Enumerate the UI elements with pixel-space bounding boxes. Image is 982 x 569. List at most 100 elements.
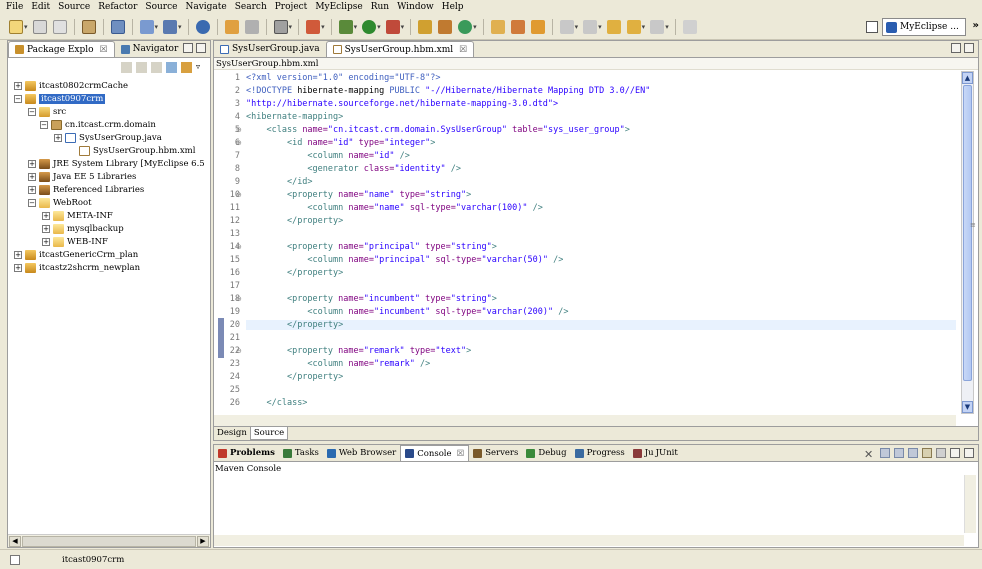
scroll-up-icon[interactable]: ▲ bbox=[962, 72, 973, 84]
link-with-editor-icon[interactable] bbox=[181, 62, 192, 73]
code-line[interactable]: <?xml version="1.0" encoding="UTF-8"?> bbox=[246, 73, 440, 83]
fold-toggle-icon[interactable]: ⊖ bbox=[236, 295, 242, 303]
menu-myeclipse[interactable]: MyEclipse bbox=[311, 2, 366, 12]
tab-junit[interactable]: Ju JUnit bbox=[629, 445, 682, 461]
debug-dropdown-icon[interactable]: ▾ bbox=[354, 23, 358, 31]
up-icon[interactable] bbox=[151, 62, 162, 73]
forward-icon[interactable] bbox=[136, 62, 147, 73]
new-java-project-icon[interactable] bbox=[418, 20, 433, 34]
code-line[interactable]: <hibernate-mapping> bbox=[246, 112, 343, 122]
back-dropdown-icon[interactable]: ▾ bbox=[642, 23, 646, 31]
tab-debug[interactable]: Debug bbox=[522, 445, 570, 461]
code-line[interactable]: <generator class="identity" /> bbox=[246, 164, 461, 174]
annotation-icon[interactable] bbox=[530, 20, 545, 34]
code-line[interactable]: </property> bbox=[246, 320, 956, 330]
tree-item[interactable]: − WebRoot bbox=[28, 196, 92, 209]
expand-icon[interactable]: + bbox=[28, 185, 36, 194]
expand-icon[interactable]: + bbox=[28, 159, 36, 168]
tab-navigator[interactable]: Navigator bbox=[115, 41, 185, 57]
pin-console-icon[interactable] bbox=[908, 448, 918, 458]
close-icon[interactable]: ☒ bbox=[459, 45, 467, 55]
wizard-dropdown-icon[interactable]: ▾ bbox=[155, 23, 159, 31]
minimize-icon[interactable] bbox=[950, 448, 960, 458]
code-line[interactable]: <column name="remark" /> bbox=[246, 359, 430, 369]
menu-project[interactable]: Project bbox=[271, 2, 312, 12]
maximize-icon[interactable] bbox=[964, 43, 974, 53]
tab-web-browser[interactable]: Web Browser bbox=[323, 445, 400, 461]
new-dropdown-icon[interactable]: ▾ bbox=[24, 23, 28, 31]
code-line[interactable]: <property name="principal" type="string"… bbox=[246, 242, 497, 252]
close-icon[interactable]: ☒ bbox=[457, 449, 465, 459]
collapse-icon[interactable]: − bbox=[28, 107, 36, 116]
expand-icon[interactable]: + bbox=[28, 172, 36, 181]
maximize-icon[interactable] bbox=[964, 448, 974, 458]
minimize-icon[interactable] bbox=[183, 43, 193, 53]
maximize-icon[interactable] bbox=[196, 43, 206, 53]
next-annotation-icon[interactable] bbox=[559, 20, 574, 34]
scroll-left-icon[interactable]: ◀ bbox=[9, 536, 21, 547]
code-line[interactable]: </property> bbox=[246, 216, 343, 226]
fold-toggle-icon[interactable]: ⊖ bbox=[236, 126, 242, 134]
code-line[interactable]: <class name="cn.itcast.crm.domain.SysUse… bbox=[246, 125, 629, 135]
tree-item[interactable]: + Referenced Libraries bbox=[28, 183, 144, 196]
breadcrumb[interactable]: SysUserGroup.hbm.xml bbox=[214, 58, 978, 70]
external-tools-icon[interactable] bbox=[306, 20, 321, 34]
view-menu-icon[interactable]: ▿ bbox=[196, 62, 204, 73]
tab-source[interactable]: Source bbox=[249, 427, 289, 440]
expand-icon[interactable]: + bbox=[14, 250, 22, 259]
scroll-lock-icon[interactable] bbox=[880, 448, 890, 458]
scroll-thumb[interactable] bbox=[22, 536, 196, 547]
back-history-icon[interactable] bbox=[626, 20, 641, 34]
menu-search[interactable]: Search bbox=[231, 2, 271, 12]
open-type-icon[interactable] bbox=[81, 20, 96, 34]
tree-item[interactable]: + META-INF bbox=[42, 209, 113, 222]
tab-problems[interactable]: Problems bbox=[214, 445, 279, 461]
new-class-icon[interactable] bbox=[458, 20, 473, 34]
prev-annotation-dropdown-icon[interactable]: ▾ bbox=[598, 23, 602, 31]
menu-source-2[interactable]: Source bbox=[141, 2, 181, 12]
code-line[interactable]: <id name="id" type="integer"> bbox=[246, 138, 435, 148]
console-icon[interactable] bbox=[273, 20, 288, 34]
menu-navigate[interactable]: Navigate bbox=[181, 2, 230, 12]
undeploy-icon[interactable] bbox=[244, 20, 259, 34]
code-line[interactable]: <property name="incumbent" type="string"… bbox=[246, 294, 497, 304]
tree-item[interactable]: + WEB-INF bbox=[42, 235, 108, 248]
tree-item[interactable]: + mysqlbackup bbox=[42, 222, 124, 235]
next-annotation-dropdown-icon[interactable]: ▾ bbox=[575, 23, 579, 31]
scroll-thumb[interactable] bbox=[963, 85, 972, 381]
tree-item[interactable]: + itcastz2shcrm_newplan bbox=[14, 261, 140, 274]
tree-item[interactable]: − itcast0907crm bbox=[14, 92, 106, 105]
menu-edit[interactable]: Edit bbox=[27, 2, 54, 12]
console-vscrollbar[interactable] bbox=[964, 475, 976, 533]
minimize-icon[interactable] bbox=[951, 43, 961, 53]
wizard-icon[interactable] bbox=[139, 20, 154, 34]
clear-console-icon[interactable]: ✕ bbox=[864, 448, 876, 461]
code-area[interactable]: 1 <?xml version="1.0" encoding="UTF-8"?> 2… bbox=[214, 71, 956, 414]
collapse-icon[interactable]: − bbox=[14, 94, 22, 103]
show-console-icon[interactable] bbox=[894, 448, 904, 458]
menu-run[interactable]: Run bbox=[367, 2, 393, 12]
tree-item[interactable]: + itcast0802crmCache bbox=[14, 79, 128, 92]
pin-icon[interactable] bbox=[682, 20, 697, 34]
expand-icon[interactable]: + bbox=[42, 211, 50, 220]
forward-icon[interactable] bbox=[650, 20, 665, 34]
new-console-icon[interactable] bbox=[936, 448, 946, 458]
search-icon[interactable] bbox=[510, 20, 525, 34]
console-dropdown-icon[interactable]: ▾ bbox=[289, 23, 293, 31]
print-icon[interactable] bbox=[52, 20, 67, 34]
tree-item[interactable]: SysUserGroup.hbm.xml bbox=[68, 144, 195, 157]
fold-toggle-icon[interactable]: ⊖ bbox=[236, 191, 242, 199]
debug-server-icon[interactable] bbox=[163, 20, 178, 34]
tree-item[interactable]: − cn.itcast.crm.domain bbox=[40, 118, 156, 131]
menu-source[interactable]: Source bbox=[54, 2, 94, 12]
expand-icon[interactable]: + bbox=[42, 237, 50, 246]
deploy-icon[interactable] bbox=[224, 20, 239, 34]
editor-vscrollbar[interactable]: ▲ ▼ bbox=[961, 71, 974, 414]
tree-item[interactable]: + JRE System Library [MyEclipse 6.5 bbox=[28, 157, 205, 170]
overview-ruler[interactable]: ≡ bbox=[970, 71, 978, 414]
save-icon[interactable] bbox=[32, 20, 47, 34]
debug-icon[interactable] bbox=[338, 20, 353, 34]
fold-toggle-icon[interactable]: ⊖ bbox=[236, 347, 242, 355]
run-external-dropdown-icon[interactable]: ▾ bbox=[401, 23, 405, 31]
tab-design[interactable]: Design bbox=[214, 427, 250, 440]
